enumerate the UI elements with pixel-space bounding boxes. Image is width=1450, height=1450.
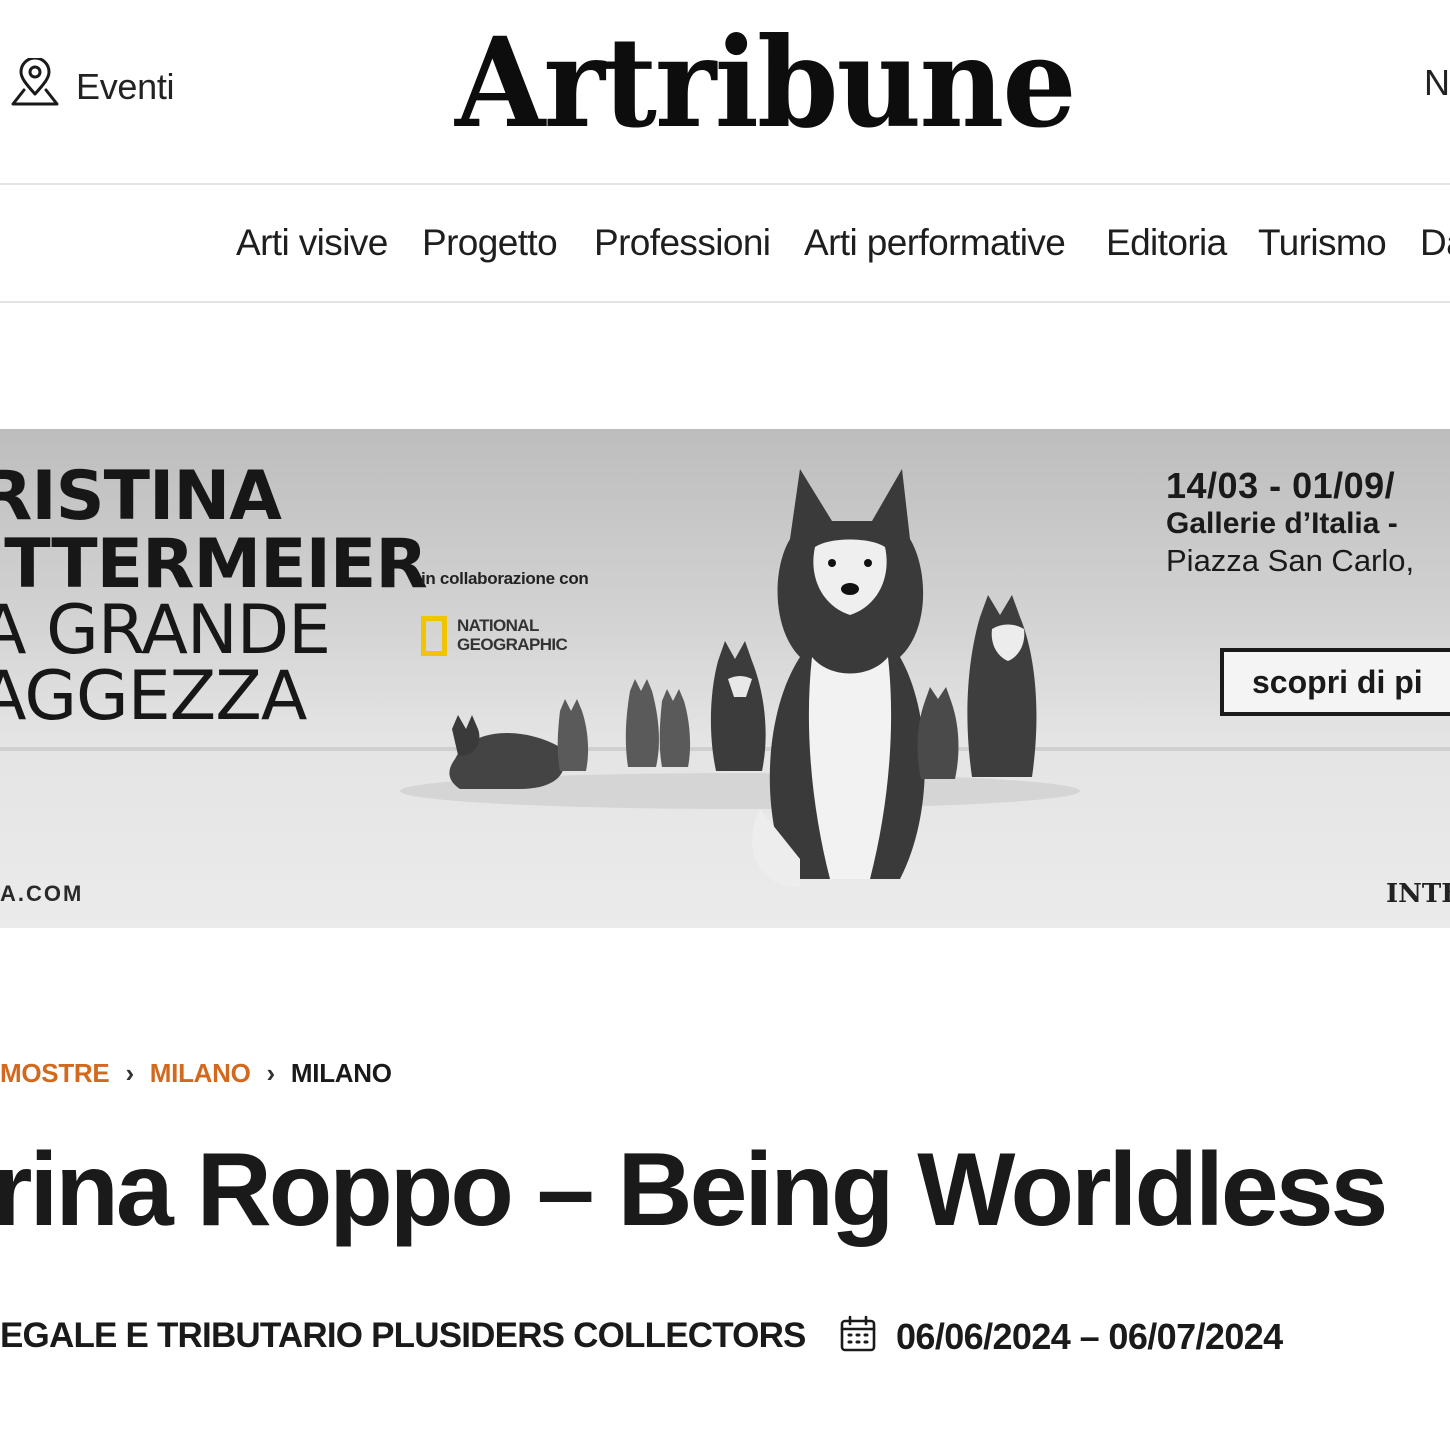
logo-wordmark: Artribune (455, 11, 1076, 156)
ad-collab-label: in collaborazione con (421, 569, 589, 588)
site-logo[interactable]: Artribune (455, 14, 1076, 154)
main-navigation: Arti visive Progetto Professioni Arti pe… (0, 186, 1450, 303)
nav-item-turismo[interactable]: Turismo (1258, 222, 1387, 264)
ad-sponsor-logo: INTE (1386, 879, 1450, 909)
breadcrumb-separator: › (125, 1058, 134, 1088)
ad-cta-button[interactable]: scopri di pi (1220, 648, 1450, 716)
national-geographic-logo-icon (421, 616, 447, 656)
nav-item-progetto[interactable]: Progetto (422, 222, 558, 264)
map-pin-icon (10, 56, 60, 115)
event-organizer[interactable]: EGALE E TRIBUTARIO PLUSIDERS COLLECTORS (0, 1316, 806, 1356)
nav-item-professioni[interactable]: Professioni (594, 222, 771, 264)
ad-address: Piazza San Carlo, (1166, 543, 1415, 578)
exhibition-ad-banner[interactable]: RISTINA ITTERMEIER A GRANDE AGGEZZA in c… (0, 429, 1450, 928)
events-label: Eventi (76, 65, 175, 107)
breadcrumb-current: MILANO (290, 1058, 392, 1088)
nav-item-cut[interactable]: Da (1420, 222, 1450, 264)
ad-title-line-4: AGGEZZA (0, 657, 307, 736)
nav-item-arti-visive[interactable]: Arti visive (236, 222, 388, 264)
page-title: rina Roppo – Being Worldless (0, 1132, 1388, 1248)
nav-item-arti-performative[interactable]: Arti performative (804, 222, 1066, 264)
breadcrumb-link-milano[interactable]: MILANO (150, 1058, 251, 1089)
calendar-icon (838, 1314, 878, 1359)
ad-url: A.COM (0, 881, 84, 906)
breadcrumb: MOSTRE › MILANO › MILANO (0, 1058, 392, 1089)
header-right-link[interactable]: N (1424, 62, 1450, 104)
ad-venue: Gallerie d’Italia - (1166, 507, 1398, 540)
nav-item-editoria[interactable]: Editoria (1106, 222, 1227, 264)
breadcrumb-link-mostre[interactable]: MOSTRE (0, 1058, 110, 1089)
ad-dates: 14/03 - 01/09/ (1166, 465, 1396, 506)
event-date: 06/06/2024 – 06/07/2024 (838, 1314, 1283, 1359)
event-date-range: 06/06/2024 – 06/07/2024 (896, 1315, 1283, 1357)
ad-partner-name: NATIONAL GEOGRAPHIC (457, 616, 568, 654)
site-header: Eventi Artribune N (0, 0, 1450, 185)
breadcrumb-separator: › (266, 1058, 276, 1088)
events-link[interactable]: Eventi (10, 56, 175, 115)
